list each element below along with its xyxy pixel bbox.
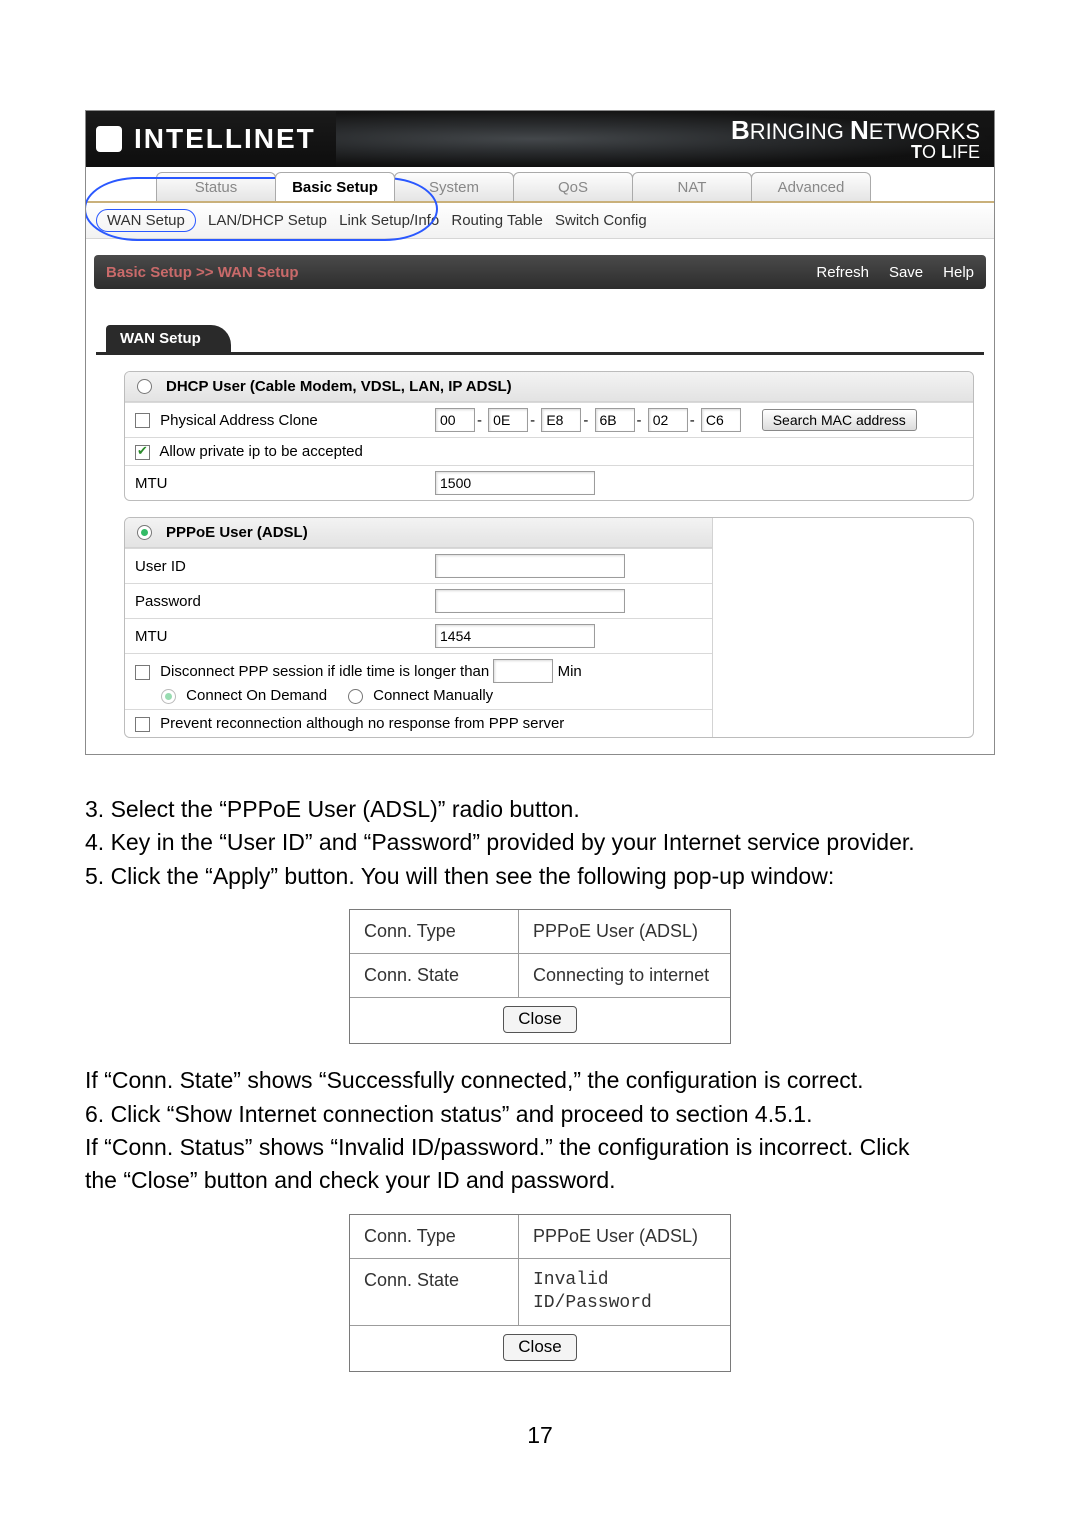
mac-5[interactable] [701,408,741,432]
connect-manually-radio[interactable] [348,689,363,704]
prevent-reconnection-check[interactable] [135,717,150,732]
mac-3[interactable] [595,408,635,432]
dhcp-mtu-label: MTU [125,466,425,501]
brand-slogan: BRINGING NETWORKS TO LIFE [731,117,980,161]
disconnect-idle-label: Disconnect PPP session if idle time is l… [160,663,489,680]
connect-on-demand-label: Connect On Demand [186,687,327,704]
banner: ✔ INTELLINET BRINGING NETWORKS TO LIFE [86,111,994,167]
pppoe-password-label: Password [125,584,425,619]
instruction-text: 3. Select the “PPPoE User (ADSL)” radio … [85,795,995,1372]
physical-address-clone-label: Physical Address Clone [160,412,318,429]
popup2-connstate-label: Conn. State [350,1259,519,1326]
dhcp-user-box: DHCP User (Cable Modem, VDSL, LAN, IP AD… [124,371,974,501]
dhcp-user-radio[interactable] [137,379,152,394]
prevent-reconnection-label: Prevent reconnection although no respons… [160,715,564,732]
sub-nav: WAN Setup LAN/DHCP Setup Link Setup/Info… [86,203,994,239]
subnav-switch[interactable]: Switch Config [555,212,647,229]
page-number: 17 [85,1422,995,1449]
help-button[interactable]: Help [943,264,974,281]
popup1-connstate-label: Conn. State [350,954,519,998]
pppoe-password-input[interactable] [435,589,625,613]
save-button[interactable]: Save [889,264,923,281]
note-invalid-a: If “Conn. Status” shows “Invalid ID/pass… [85,1133,995,1162]
subnav-routing[interactable]: Routing Table [451,212,542,229]
breadcrumb-bar: Basic Setup >> WAN Setup Refresh Save He… [94,255,986,289]
mac-2[interactable] [541,408,581,432]
popup2-connstate-value: Invalid ID/Password [519,1259,730,1326]
refresh-button[interactable]: Refresh [816,264,869,281]
router-admin-screenshot: ✔ INTELLINET BRINGING NETWORKS TO LIFE S… [85,110,995,755]
step-4: 4. Key in the “User ID” and “Password” p… [85,828,995,857]
brand-logo: ✔ INTELLINET [86,123,316,155]
disconnect-idle-input[interactable] [493,659,553,683]
connect-manually-label: Connect Manually [373,687,493,704]
note-success: If “Conn. State” shows “Successfully con… [85,1066,995,1095]
popup1-connstate-value: Connecting to internet [519,954,730,998]
mac-0[interactable] [435,408,475,432]
popup-invalid: Conn. Type PPPoE User (ADSL) Conn. State… [349,1214,731,1372]
connect-on-demand-radio[interactable] [161,689,176,704]
note-invalid-b: the “Close” button and check your ID and… [85,1166,995,1195]
popup2-conntype-label: Conn. Type [350,1215,519,1259]
tab-system[interactable]: System [394,172,514,201]
tab-status[interactable]: Status [156,172,276,201]
mac-1[interactable] [488,408,528,432]
popup2-close-button[interactable]: Close [503,1334,576,1361]
dhcp-user-title: DHCP User (Cable Modem, VDSL, LAN, IP AD… [166,378,512,395]
pppoe-user-radio[interactable] [137,525,152,540]
physical-address-clone-check[interactable] [135,413,150,428]
popup1-close-button[interactable]: Close [503,1006,576,1033]
brand-name: INTELLINET [134,123,316,155]
step-3: 3. Select the “PPPoE User (ADSL)” radio … [85,795,995,824]
pppoe-userid-label: User ID [125,549,425,584]
tab-basic-setup[interactable]: Basic Setup [275,172,395,201]
breadcrumb: Basic Setup >> WAN Setup [106,264,299,281]
main-tab-bar: Status Basic Setup System QoS NAT Advanc… [86,167,994,203]
subnav-link-setup[interactable]: Link Setup/Info [339,212,439,229]
popup1-conntype-label: Conn. Type [350,910,519,954]
pppoe-userid-input[interactable] [435,554,625,578]
step-6: 6. Click “Show Internet connection statu… [85,1100,995,1129]
subnav-wan-setup[interactable]: WAN Setup [96,209,196,232]
logo-check-icon: ✔ [96,126,122,152]
search-mac-button[interactable]: Search MAC address [762,409,917,431]
popup2-conntype-value: PPPoE User (ADSL) [519,1215,730,1259]
pppoe-mtu-label: MTU [125,619,425,654]
subnav-lan-dhcp[interactable]: LAN/DHCP Setup [208,212,327,229]
pppoe-mtu-input[interactable] [435,624,595,648]
dhcp-mtu-input[interactable] [435,471,595,495]
disconnect-idle-unit: Min [558,663,582,680]
tab-advanced[interactable]: Advanced [751,172,871,201]
pppoe-user-title: PPPoE User (ADSL) [166,524,308,541]
mac-4[interactable] [648,408,688,432]
section-title: WAN Setup [106,325,231,352]
popup1-conntype-value: PPPoE User (ADSL) [519,910,730,954]
allow-private-ip-label: Allow private ip to be accepted [159,443,362,460]
pppoe-user-box: PPPoE User (ADSL) User ID Password MTU [124,517,974,738]
popup-connecting: Conn. Type PPPoE User (ADSL) Conn. State… [349,909,731,1044]
step-5: 5. Click the “Apply” button. You will th… [85,862,995,891]
allow-private-ip-check[interactable] [135,445,150,460]
tab-nat[interactable]: NAT [632,172,752,201]
tab-qos[interactable]: QoS [513,172,633,201]
disconnect-idle-check[interactable] [135,665,150,680]
